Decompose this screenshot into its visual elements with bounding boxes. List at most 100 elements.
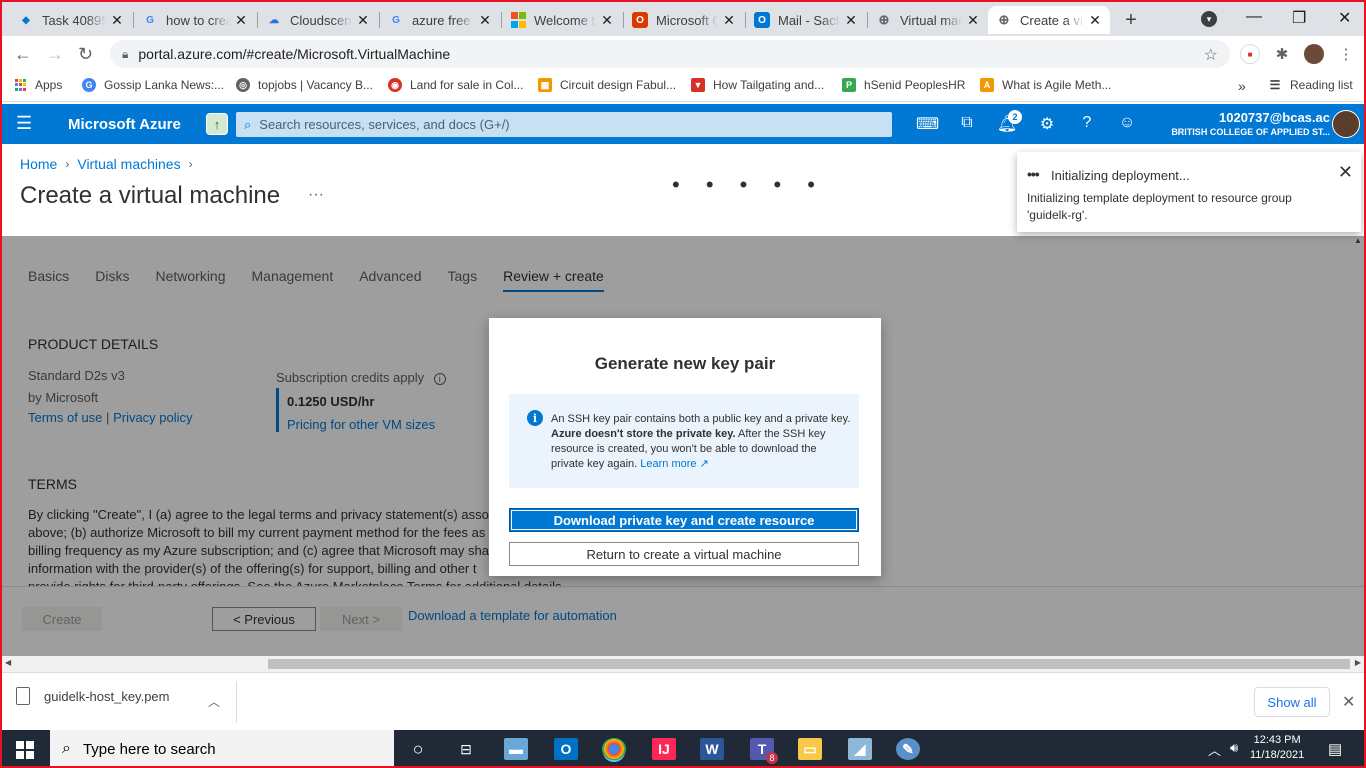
- bookmark-star-icon[interactable]: ☆: [1204, 45, 1218, 65]
- close-tab-icon[interactable]: ✕: [966, 12, 980, 29]
- azure-brand[interactable]: Microsoft Azure: [68, 116, 181, 133]
- close-tab-icon[interactable]: ✕: [234, 12, 248, 29]
- scroll-thumb[interactable]: [268, 659, 1350, 669]
- chevron-right-icon: ›: [65, 157, 70, 171]
- bookmark-item[interactable]: ▼ How Tailgating and...: [691, 78, 824, 92]
- progress-dots-icon: •••: [1027, 166, 1040, 182]
- windows-start-icon[interactable]: [16, 741, 34, 759]
- close-tab-icon[interactable]: ✕: [1088, 12, 1102, 29]
- bookmark-item[interactable]: A What is Agile Meth...: [980, 78, 1111, 92]
- taskbar-search-box[interactable]: ⌕ Type here to search: [50, 730, 394, 766]
- new-tab-plus-icon[interactable]: +: [1121, 9, 1141, 32]
- breadcrumb-virtual-machines[interactable]: Virtual machines: [77, 156, 180, 172]
- address-bar[interactable]: 🔒︎ portal.azure.com/#create/Microsoft.Vi…: [110, 40, 1230, 68]
- cortana-icon[interactable]: ○: [406, 738, 430, 760]
- directory-filter-icon[interactable]: ⧉: [956, 114, 978, 132]
- restore-icon[interactable]: ❐: [1292, 8, 1306, 28]
- intellij-icon[interactable]: IJ: [652, 738, 676, 760]
- close-tab-icon[interactable]: ✕: [110, 12, 124, 29]
- upgrade-icon[interactable]: ↑: [206, 113, 228, 135]
- cloud-shell-icon[interactable]: ⌨: [916, 114, 939, 134]
- office-icon: O: [632, 12, 648, 28]
- scroll-right-icon[interactable]: ▶: [1355, 658, 1361, 667]
- bookmark-item[interactable]: ◎ topjobs | Vacancy B...: [236, 78, 373, 92]
- outlook-icon[interactable]: O: [554, 738, 578, 760]
- close-tab-icon[interactable]: ✕: [844, 12, 858, 29]
- close-tab-icon[interactable]: ✕: [356, 12, 370, 29]
- browser-tab[interactable]: O Mail - Sachin✕: [746, 6, 866, 34]
- tray-chevron-up-icon[interactable]: ︿: [1208, 740, 1221, 759]
- bookmark-apps[interactable]: Apps: [14, 78, 62, 92]
- chrome-menu-icon[interactable]: ⋮: [1336, 44, 1356, 64]
- app-icon[interactable]: ◢: [848, 738, 872, 760]
- reload-icon[interactable]: ↻: [78, 44, 93, 65]
- globe-icon: ⊕: [998, 12, 1010, 27]
- download-private-key-button[interactable]: Download private key and create resource: [509, 508, 859, 532]
- bookmark-item[interactable]: ▦ Circuit design Fabul...: [538, 78, 676, 92]
- peopleshr-icon: P: [842, 78, 856, 92]
- help-icon[interactable]: ?: [1076, 114, 1098, 132]
- account-menu[interactable]: 1020737@bcas.ac BRITISH COLLEGE OF APPLI…: [1171, 110, 1330, 137]
- download-item[interactable]: guidelk-host_key.pem: [16, 687, 170, 705]
- chrome-icon[interactable]: [602, 738, 626, 760]
- file-explorer-icon[interactable]: ▭: [798, 738, 822, 760]
- extension-icon[interactable]: ■: [1240, 44, 1260, 64]
- address-row: ← → ↻ 🔒︎ portal.azure.com/#create/Micros…: [2, 36, 1364, 72]
- reading-list[interactable]: ☰ Reading list: [1268, 78, 1353, 92]
- browser-tab[interactable]: G azure free ✕: [380, 6, 500, 34]
- back-arrow-icon[interactable]: ←: [14, 44, 32, 65]
- profile-avatar[interactable]: [1304, 44, 1324, 64]
- return-to-create-button[interactable]: Return to create a virtual machine: [509, 542, 859, 566]
- show-all-button[interactable]: Show all: [1254, 687, 1330, 717]
- volume-icon[interactable]: 🔊︎: [1230, 740, 1238, 756]
- microsoft-icon: [510, 12, 526, 28]
- file-icon: [16, 687, 30, 705]
- account-avatar[interactable]: [1332, 110, 1360, 138]
- browser-tab[interactable]: Welcome to ✕: [502, 6, 622, 34]
- paint-icon[interactable]: ✎: [896, 738, 920, 760]
- screen: ◆ Task 40895✕ G how to create✕ ☁ Cloudsc…: [0, 0, 1366, 768]
- close-tab-icon[interactable]: ✕: [478, 12, 492, 29]
- browser-tab[interactable]: ◆ Task 40895 ✕: [10, 6, 132, 34]
- azure-search-input[interactable]: ⌕ Search resources, services, and docs (…: [236, 112, 892, 137]
- forward-arrow-icon[interactable]: →: [46, 44, 64, 65]
- browser-tab[interactable]: G how to create✕: [134, 6, 256, 34]
- close-tab-icon[interactable]: ✕: [722, 12, 736, 29]
- close-window-icon[interactable]: ✕: [1338, 8, 1351, 28]
- browser-tab[interactable]: ⊕ Virtual machines✕: [868, 6, 988, 34]
- tab-strip: ◆ Task 40895✕ G how to create✕ ☁ Cloudsc…: [2, 2, 1364, 36]
- bookmarks-bar: Apps G Gossip Lanka News:... ◎ topjobs | V…: [2, 72, 1364, 102]
- network-app-icon[interactable]: ▬: [504, 738, 528, 760]
- extensions-puzzle-icon[interactable]: ✱: [1272, 44, 1292, 64]
- bookmark-item[interactable]: PhSenid PeoplesHR: [842, 78, 965, 92]
- close-shelf-icon[interactable]: ✕: [1342, 692, 1355, 712]
- bookmark-item[interactable]: G Gossip Lanka News:...: [82, 78, 224, 92]
- download-shelf: guidelk-host_key.pem ︿ Show all ✕: [2, 672, 1364, 730]
- task-view-icon[interactable]: ⊟: [454, 738, 478, 760]
- settings-gear-icon[interactable]: ⚙: [1036, 114, 1058, 134]
- chevron-up-icon[interactable]: ︿: [208, 693, 220, 710]
- notification-body: Initializing template deployment to reso…: [1027, 191, 1292, 222]
- horizontal-scrollbar[interactable]: ◀ ▶: [2, 656, 1364, 672]
- scroll-left-icon[interactable]: ◀: [5, 658, 11, 667]
- browser-tab[interactable]: O Microsoft Office✕: [624, 6, 744, 34]
- system-clock[interactable]: 12:43 PM 11/18/2021: [1250, 733, 1304, 763]
- browser-tab-active[interactable]: ⊕ Create a virtual machine✕: [988, 6, 1110, 34]
- more-options-icon[interactable]: ···: [308, 186, 324, 204]
- more-bookmarks-chevron-icon[interactable]: »: [1238, 78, 1246, 94]
- minimize-icon[interactable]: —: [1246, 8, 1262, 26]
- word-icon[interactable]: W: [700, 738, 724, 760]
- close-notification-icon[interactable]: ✕: [1338, 162, 1353, 183]
- globe-icon: ◎: [236, 78, 250, 92]
- lock-icon: 🔒︎: [122, 46, 129, 61]
- bookmark-item[interactable]: ◉ Land for sale in Col...: [388, 78, 523, 92]
- learn-more-link[interactable]: Learn more ↗: [640, 458, 709, 470]
- browser-tab[interactable]: ☁ Cloudscene ✕: [258, 6, 378, 34]
- apps-grid-icon: [14, 78, 27, 92]
- breadcrumb-home[interactable]: Home: [20, 156, 57, 172]
- close-tab-icon[interactable]: ✕: [600, 12, 614, 29]
- tab-search-chevron-icon[interactable]: ▾: [1201, 11, 1217, 27]
- portal-menu-icon[interactable]: ☰: [16, 113, 32, 134]
- action-center-icon[interactable]: ▤: [1328, 740, 1342, 758]
- feedback-icon[interactable]: ☺: [1116, 114, 1138, 132]
